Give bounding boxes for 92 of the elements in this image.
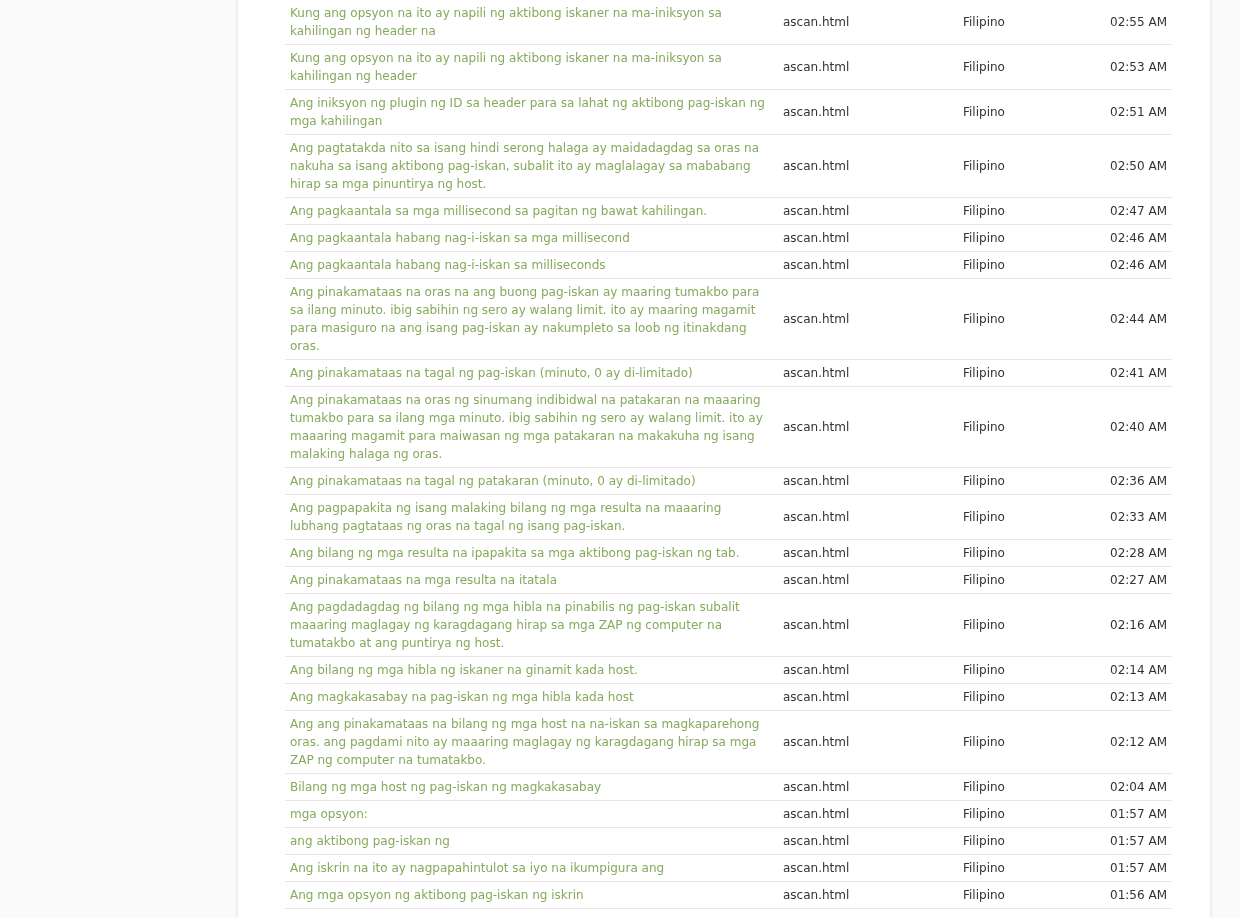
- language-cell: Filipino: [958, 224, 1098, 252]
- file-cell: ascan.html: [778, 566, 958, 594]
- file-cell: ascan.html: [778, 467, 958, 495]
- language-cell: Filipino: [958, 278, 1098, 360]
- language-cell: Filipino: [958, 656, 1098, 684]
- translation-link[interactable]: Ang ang pinakamataas na bilang ng mga host na na-iskan sa magkaparehong oras. ang pagdami nito ay maaaring maglagay ng karagdagang hirap sa mga ZAP ng computer na tumatakbo.: [290, 715, 768, 769]
- translation-link[interactable]: Ang pinakamataas na oras ng sinumang indibidwal na patakaran na maaaring tumakbo para sa ilang mga minuto. ibig sabihin ng sero ay walang limit. ito ay maaaring magamit para maiwasan ng mga patakaran na makakuha ng isang malaking halaga ng oras.: [290, 391, 768, 463]
- language-cell: Filipino: [958, 467, 1098, 495]
- file-cell: ascan.html: [778, 0, 958, 45]
- file-cell: ascan.html: [778, 359, 958, 387]
- file-cell: ascan.html: [778, 800, 958, 828]
- file-cell: ascan.html: [778, 224, 958, 252]
- time-cell: 02:33 AM: [1098, 494, 1172, 540]
- file-cell: ascan.html: [778, 593, 958, 657]
- language-cell: Filipino: [958, 386, 1098, 468]
- translation-link[interactable]: Ang pagdadagdag ng bilang ng mga hibla na pinabilis ng pag-iskan subalit maaaring maglagay ng karagdagang hirap sa mga ZAP ng computer na tumatakbo at ang puntirya ng host.: [290, 598, 768, 652]
- language-cell: Filipino: [958, 494, 1098, 540]
- time-cell: 02:46 AM: [1098, 224, 1172, 252]
- language-cell: Filipino: [958, 197, 1098, 225]
- translation-link[interactable]: Ang pagkaantala habang nag-i-iskan sa milliseconds: [290, 256, 768, 274]
- language-cell: Filipino: [958, 251, 1098, 279]
- language-cell: Filipino: [958, 683, 1098, 711]
- time-cell: 02:53 AM: [1098, 44, 1172, 90]
- translation-link[interactable]: Ang pinakamataas na mga resulta na itatala: [290, 571, 768, 589]
- file-cell: ascan.html: [778, 539, 958, 567]
- time-cell: 01:57 AM: [1098, 854, 1172, 882]
- file-cell: ascan.html: [778, 656, 958, 684]
- language-cell: Filipino: [958, 44, 1098, 90]
- time-cell: 02:50 AM: [1098, 134, 1172, 198]
- file-cell: ascan.html: [778, 773, 958, 801]
- language-cell: Filipino: [958, 134, 1098, 198]
- translation-link[interactable]: Ang pinakamataas na oras na ang buong pag-iskan ay maaring tumakbo para sa ilang minuto. ibig sabihin ng sero ay walang limit. ito ay maaring magamit para masiguro na ang isang pag-iskan ay nakumpleto sa loob ng itinakdang oras.: [290, 283, 768, 355]
- time-cell: 02:04 AM: [1098, 773, 1172, 801]
- language-cell: Filipino: [958, 566, 1098, 594]
- time-cell: 02:12 AM: [1098, 710, 1172, 774]
- file-cell: ascan.html: [778, 278, 958, 360]
- translation-link[interactable]: Ang pinakamataas na tagal ng patakaran (minuto, 0 ay di-limitado): [290, 472, 768, 490]
- translation-link[interactable]: Ang pagpapakita ng isang malaking bilang ng mga resulta na maaaring lubhang pagtataas ng oras na tagal ng isang pag-iskan.: [290, 499, 768, 535]
- translation-link[interactable]: Ang iniksyon ng plugin ng ID sa header para sa lahat ng aktibong pag-iskan ng mga kahilingan: [290, 94, 768, 130]
- time-cell: 02:44 AM: [1098, 278, 1172, 360]
- translation-link[interactable]: Ang bilang ng mga hibla ng iskaner na ginamit kada host.: [290, 661, 768, 679]
- translation-link[interactable]: Kung ang opsyon na ito ay napili ng aktibong iskaner na ma-iniksyon sa kahilingan ng header na: [290, 4, 768, 40]
- translation-link[interactable]: Ang iskrin na ito ay nagpapahintulot sa iyo na ikumpigura ang: [290, 859, 768, 877]
- translation-link[interactable]: Ang pagkaantala sa mga millisecond sa pagitan ng bawat kahilingan.: [290, 202, 768, 220]
- file-cell: ascan.html: [778, 89, 958, 135]
- time-cell: 02:16 AM: [1098, 593, 1172, 657]
- time-cell: 02:27 AM: [1098, 566, 1172, 594]
- translation-link[interactable]: Ang mga opsyon ng aktibong pag-iskan ng iskrin: [290, 886, 768, 904]
- translation-link[interactable]: Bilang ng mga host ng pag-iskan ng magkakasabay: [290, 778, 768, 796]
- file-cell: ascan.html: [778, 386, 958, 468]
- time-cell: 02:46 AM: [1098, 251, 1172, 279]
- file-cell: ascan.html: [778, 710, 958, 774]
- translation-link[interactable]: Ang magkakasabay na pag-iskan ng mga hibla kada host: [290, 688, 768, 706]
- time-cell: 02:14 AM: [1098, 656, 1172, 684]
- time-cell: 02:13 AM: [1098, 683, 1172, 711]
- translation-link[interactable]: Ang pagtatakda nito sa isang hindi serong halaga ay maidadagdag sa oras na nakuha sa isang aktibong pag-iskan, subalit ito ay maglalagay sa mababang hirap sa mga pinuntirya ng host.: [290, 139, 768, 193]
- time-cell: 01:57 AM: [1098, 827, 1172, 855]
- file-cell: ascan.html: [778, 881, 958, 909]
- time-cell: 01:57 AM: [1098, 800, 1172, 828]
- file-cell: ascan.html: [778, 827, 958, 855]
- language-cell: Filipino: [958, 773, 1098, 801]
- time-cell: 02:55 AM: [1098, 0, 1172, 45]
- language-cell: Filipino: [958, 539, 1098, 567]
- file-cell: ascan.html: [778, 197, 958, 225]
- translation-link[interactable]: ang aktibong pag-iskan ng: [290, 832, 768, 850]
- language-cell: Filipino: [958, 359, 1098, 387]
- time-cell: 02:40 AM: [1098, 386, 1172, 468]
- file-cell: ascan.html: [778, 134, 958, 198]
- translation-link[interactable]: Ang pinakamataas na tagal ng pag-iskan (minuto, 0 ay di-limitado): [290, 364, 768, 382]
- file-cell: ascan.html: [778, 854, 958, 882]
- language-cell: Filipino: [958, 881, 1098, 909]
- time-cell: 02:36 AM: [1098, 467, 1172, 495]
- translation-link[interactable]: Kung ang opsyon na ito ay napili ng aktibong iskaner na ma-iniksyon sa kahilingan ng header: [290, 49, 768, 85]
- language-cell: Filipino: [958, 710, 1098, 774]
- translation-link[interactable]: mga opsyon:: [290, 805, 768, 823]
- file-cell: ascan.html: [778, 44, 958, 90]
- file-cell: ascan.html: [778, 683, 958, 711]
- language-cell: Filipino: [958, 593, 1098, 657]
- language-cell: Filipino: [958, 89, 1098, 135]
- translation-link[interactable]: Ang bilang ng mga resulta na ipapakita sa mga aktibong pag-iskan ng tab.: [290, 544, 768, 562]
- translation-link[interactable]: Ang pagkaantala habang nag-i-iskan sa mga millisecond: [290, 229, 768, 247]
- time-cell: 01:56 AM: [1098, 881, 1172, 909]
- language-cell: Filipino: [958, 854, 1098, 882]
- language-cell: Filipino: [958, 0, 1098, 45]
- time-cell: 02:28 AM: [1098, 539, 1172, 567]
- language-cell: Filipino: [958, 827, 1098, 855]
- language-cell: Filipino: [958, 800, 1098, 828]
- file-cell: ascan.html: [778, 251, 958, 279]
- file-cell: ascan.html: [778, 494, 958, 540]
- time-cell: 02:41 AM: [1098, 359, 1172, 387]
- time-cell: 02:47 AM: [1098, 197, 1172, 225]
- time-cell: 02:51 AM: [1098, 89, 1172, 135]
